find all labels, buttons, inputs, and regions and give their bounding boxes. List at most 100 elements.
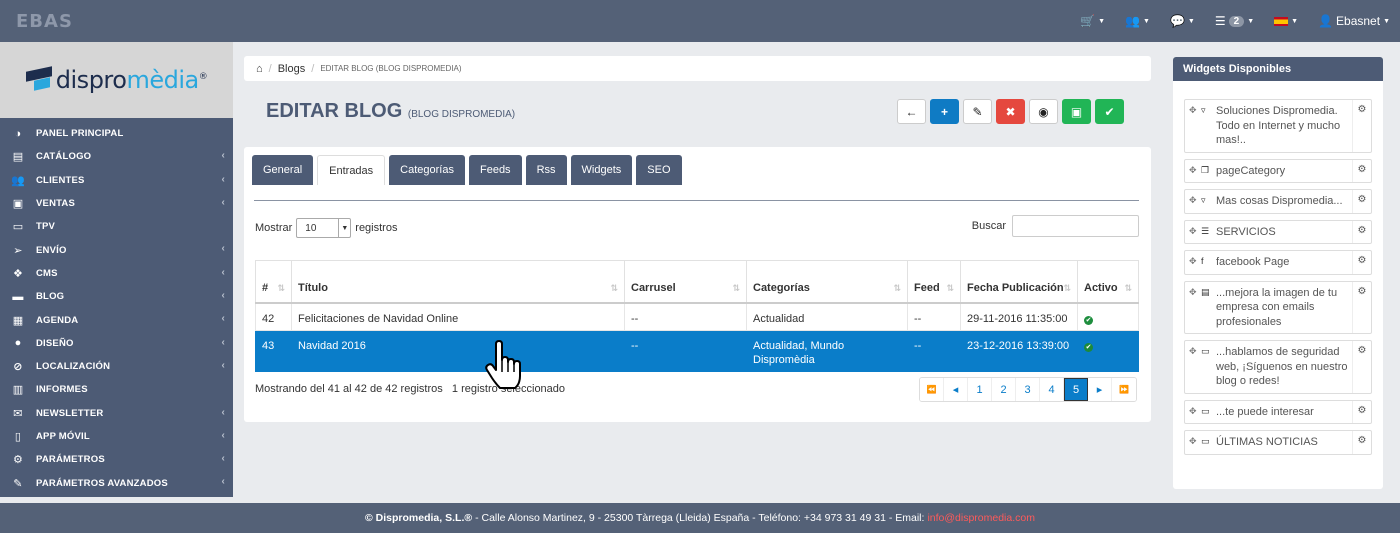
back-button[interactable]: ←	[897, 99, 926, 124]
page-button-2[interactable]: 2	[992, 378, 1016, 401]
save-button[interactable]: ▣	[1062, 99, 1091, 124]
widget-label: pageCategory	[1214, 159, 1353, 182]
cart-menu[interactable]: 🛒 ▼	[1080, 14, 1105, 28]
add-button[interactable]: +	[930, 99, 959, 124]
column-header-categorias[interactable]: Categorías ⇅	[746, 260, 908, 304]
move-icon[interactable]: ✥	[1185, 401, 1201, 424]
widget-item[interactable]: ✥ f facebook Page ⚙	[1184, 250, 1372, 275]
tab-feeds[interactable]: Feeds	[468, 155, 522, 185]
money-icon: ▣	[12, 198, 24, 211]
widget-item[interactable]: ✥ ▿ Mas cosas Dispromedia... ⚙	[1184, 189, 1372, 214]
tab-widgets[interactable]: Widgets	[570, 155, 633, 185]
tab-general[interactable]: General	[252, 155, 314, 185]
gear-icon[interactable]: ⚙	[1353, 431, 1371, 454]
sidebar-item-tpv[interactable]: ▭ TPV	[0, 215, 233, 238]
sidebar-item-agenda[interactable]: ▦ AGENDA ‹	[0, 308, 233, 331]
move-icon[interactable]: ✥	[1185, 100, 1201, 152]
move-icon[interactable]: ✥	[1185, 282, 1201, 334]
gear-icon[interactable]: ⚙	[1353, 160, 1371, 183]
widget-item[interactable]: ✥ ▭ ...te puede interesar ⚙	[1184, 399, 1372, 424]
move-icon[interactable]: ✥	[1185, 431, 1201, 454]
sidebar-item-localizacion[interactable]: ⊘ LOCALIZACIÓN ‹	[0, 355, 233, 378]
language-menu[interactable]: ▼	[1274, 16, 1298, 26]
table-row-selected[interactable]: 43 Navidad 2016 -- Actualidad, Mundo Dis…	[255, 330, 1139, 372]
widget-item[interactable]: ✥ ☰ SERVICIOS ⚙	[1184, 219, 1372, 244]
column-header-feed[interactable]: Feed ⇅	[907, 260, 961, 304]
page-button-1[interactable]: 1	[968, 378, 992, 401]
widget-item[interactable]: ✥ ▭ ÚLTIMAS NOTICIAS ⚙	[1184, 430, 1372, 455]
gear-icon[interactable]: ⚙	[1353, 341, 1371, 393]
check-circle-icon: ✔	[1084, 315, 1093, 325]
widget-item[interactable]: ✥ ❐ pageCategory ⚙	[1184, 158, 1372, 183]
tasks-menu[interactable]: ☰ 2 ▼	[1215, 14, 1254, 28]
gear-icon[interactable]: ⚙	[1353, 221, 1371, 244]
sidebar-item-newsletter[interactable]: ✉ NEWSLETTER ‹	[0, 402, 233, 425]
breadcrumb-current: EDITAR BLOG (BLOG DISPROMEDIA)	[320, 64, 462, 73]
move-icon[interactable]: ✥	[1185, 190, 1201, 213]
column-header-titulo[interactable]: Título ⇅	[291, 260, 625, 304]
column-header-id[interactable]: # ⇅	[255, 260, 292, 304]
move-icon[interactable]: ✥	[1185, 221, 1201, 244]
sidebar-item-clientes[interactable]: 👥 CLIENTES ‹	[0, 169, 233, 192]
last-page-button[interactable]: ⏩	[1112, 378, 1136, 401]
page-length-select[interactable]: 10 ▼	[296, 218, 352, 238]
records-label: registros	[355, 222, 398, 234]
move-icon[interactable]: ✥	[1185, 251, 1201, 274]
move-icon[interactable]: ✥	[1185, 341, 1201, 393]
sidebar-item-blog[interactable]: ▬ BLOG ‹	[0, 285, 233, 308]
table-row[interactable]: 42 Felicitaciones de Navidad Online -- A…	[255, 302, 1139, 331]
move-icon[interactable]: ✥	[1185, 160, 1201, 183]
gear-icon[interactable]: ⚙	[1353, 190, 1371, 213]
users-menu[interactable]: 👥 ▼	[1125, 14, 1150, 28]
tab-seo[interactable]: SEO	[636, 155, 682, 185]
column-header-activo[interactable]: Activo ⇅	[1077, 260, 1139, 304]
sidebar-item-app-movil[interactable]: ▯ APP MÓVIL ‹	[0, 425, 233, 448]
list-icon: ☰	[1201, 225, 1210, 236]
page-button-3[interactable]: 3	[1016, 378, 1040, 401]
ebas-logo[interactable]: EBAS	[16, 11, 73, 32]
user-icon: 👤	[1318, 14, 1334, 28]
first-page-button[interactable]: ⏪	[920, 378, 944, 401]
user-menu[interactable]: 👤 Ebasnet ▼	[1318, 14, 1390, 28]
widget-item[interactable]: ✥ ▭ ...hablamos de seguridad web, ¡Sígueno…	[1184, 340, 1372, 394]
edit-button[interactable]: ✎	[963, 99, 992, 124]
page-button-4[interactable]: 4	[1040, 378, 1064, 401]
sidebar-item-diseno[interactable]: ● DISEÑO ‹	[0, 332, 233, 355]
view-button[interactable]: ◉	[1029, 99, 1058, 124]
page-button-current[interactable]: 5	[1064, 378, 1088, 401]
tab-rss[interactable]: Rss	[525, 155, 567, 185]
delete-button[interactable]: ✖	[996, 99, 1025, 124]
tab-entradas[interactable]: Entradas	[317, 155, 386, 185]
widgets-panel-title: Widgets Disponibles	[1173, 57, 1383, 81]
chevron-left-icon: ‹	[221, 196, 225, 208]
gear-icon[interactable]: ⚙	[1353, 100, 1371, 152]
users-icon: 👥	[1125, 14, 1141, 28]
sidebar-item-ventas[interactable]: ▣ VENTAS ‹	[0, 192, 233, 215]
sidebar-item-catalogo[interactable]: ▤ CATÁLOGO ‹	[0, 145, 233, 168]
tab-categorias[interactable]: Categorías	[389, 155, 465, 185]
chat-menu[interactable]: 💬 ▼	[1170, 14, 1195, 28]
gear-icon[interactable]: ⚙	[1353, 251, 1371, 274]
next-page-button[interactable]: ▸	[1088, 378, 1112, 401]
chevron-left-icon: ‹	[221, 406, 225, 418]
prev-page-button[interactable]: ◂	[944, 378, 968, 401]
sidebar-item-panel-principal[interactable]: ◑ PANEL PRINCIPAL	[0, 122, 233, 145]
confirm-button[interactable]: ✔	[1095, 99, 1124, 124]
sidebar-item-cms[interactable]: ❖ CMS ‹	[0, 262, 233, 285]
sidebar-item-parametros[interactable]: ⚙ PARÁMETROS ‹	[0, 448, 233, 471]
home-icon[interactable]: ⌂	[256, 63, 263, 75]
column-header-carrusel[interactable]: Carrusel ⇅	[624, 260, 747, 304]
column-header-fecha[interactable]: Fecha Publicación ⇅	[960, 260, 1078, 304]
sidebar-item-informes[interactable]: ▥ INFORMES	[0, 378, 233, 401]
dispromedia-logo[interactable]: dispromèdia®	[0, 42, 233, 118]
search-input[interactable]	[1012, 215, 1139, 237]
widget-item[interactable]: ✥ ▤ ...mejora la imagen de tu empresa con …	[1184, 280, 1372, 334]
breadcrumb-blogs[interactable]: Blogs	[278, 63, 306, 75]
gear-icon[interactable]: ⚙	[1353, 401, 1371, 424]
gear-icon[interactable]: ⚙	[1353, 282, 1371, 334]
footer-address: - Calle Alonso Martinez, 9 - 25300 Tàrre…	[475, 512, 925, 524]
widget-item[interactable]: ✥ ▿ Soluciones Dispromedia. Todo en Intern…	[1184, 99, 1372, 153]
sidebar-item-envio[interactable]: ➢ ENVÍO ‹	[0, 238, 233, 261]
footer-email-link[interactable]: info@dispromedia.com	[927, 512, 1035, 524]
sidebar-item-parametros-avanzados[interactable]: ✎ PARÁMETROS AVANZADOS ‹	[0, 471, 233, 494]
